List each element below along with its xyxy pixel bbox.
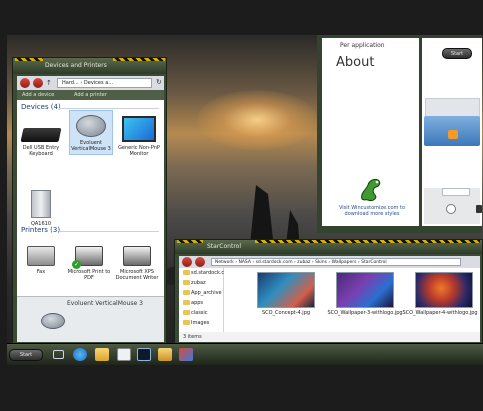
wallpaper-sun-glow — [197, 90, 317, 150]
edge-browser-icon[interactable] — [73, 348, 87, 361]
wincustomize-promo-text[interactable]: Visit Wincustomize.com to download more … — [336, 205, 408, 217]
image-thumbnail — [415, 272, 473, 308]
tree-item[interactable]: Images — [183, 320, 209, 326]
devices-content-pane: Devices (4) Dell USB Entry Keyboard Evol… — [17, 100, 164, 296]
store-icon[interactable] — [117, 348, 131, 361]
devices-and-printers-window: Devices and Printers ↑ Hard... › Devices… — [12, 57, 167, 345]
mouse-icon — [76, 115, 106, 137]
starcontrol-window: StarControl Network › NASA › sd.stardock… — [174, 239, 483, 345]
printer-pdf[interactable]: ✓ Microsoft Print to PDF — [67, 246, 111, 281]
default-checkmark-icon: ✓ — [72, 260, 81, 269]
monitor-icon — [122, 116, 156, 142]
device-computer[interactable]: QA1610 — [19, 190, 63, 227]
devices-group-heading[interactable]: Devices (4) — [21, 103, 61, 111]
window-title: StarControl — [207, 243, 241, 250]
device-keyboard[interactable]: Dell USB Entry Keyboard — [19, 128, 63, 157]
preview-orange-icon — [448, 130, 458, 139]
folder-icon — [183, 280, 190, 285]
back-button[interactable] — [20, 78, 30, 88]
back-button[interactable] — [182, 257, 192, 267]
file-name: SCO_Wallpaper-3-withlogo.jpg — [327, 310, 403, 316]
forward-button[interactable] — [33, 78, 43, 88]
navigation-bar: Network › NASA › sd.stardock.com › zubaz… — [179, 256, 480, 268]
per-application-link[interactable]: Per application — [340, 42, 385, 49]
keyboard-icon — [20, 128, 62, 142]
printer-icon: ✓ — [72, 246, 103, 269]
breadcrumb[interactable]: Network › NASA › sd.stardock.com › zubaz… — [211, 258, 461, 266]
computer-tower-icon — [31, 190, 51, 218]
printer-label: Microsoft Print to PDF — [67, 269, 111, 281]
folder-app-icon[interactable] — [158, 348, 172, 361]
taskbar: Start — [7, 343, 483, 365]
details-mouse-icon — [41, 313, 65, 329]
file-name: SCO_Wallpaper-4-withlogo.jpg — [402, 310, 478, 316]
fax-icon — [27, 246, 55, 266]
device-label: Generic Non-PnP Monitor — [118, 145, 160, 157]
group-divider — [59, 108, 159, 109]
address-bar[interactable]: Hard... › Devices a... — [57, 78, 152, 88]
gecko-logo-icon — [356, 175, 386, 203]
folder-icon — [183, 300, 190, 305]
start-button[interactable]: Start — [9, 349, 43, 361]
navigation-bar: ↑ Hard... › Devices a... ↻ — [17, 76, 164, 90]
add-device-button[interactable]: Add a device — [22, 90, 54, 100]
file-explorer-icon[interactable] — [95, 348, 109, 361]
folder-icon — [183, 310, 190, 315]
file-list: SCO_Concept-4.jpg SCO_Wallpaper-3-withlo… — [224, 268, 480, 332]
up-arrow-icon[interactable]: ↑ — [46, 79, 52, 87]
tree-item[interactable]: classic — [183, 310, 208, 316]
image-thumbnail — [257, 272, 315, 308]
about-panel: Per application About Visit Wincustomize… — [322, 38, 419, 226]
device-mouse[interactable]: Evoluent VerticalMouse 3 — [69, 110, 113, 155]
active-app-icon[interactable] — [137, 348, 151, 361]
task-view-icon[interactable] — [53, 350, 64, 359]
file-name: SCO_Concept-4.jpg — [261, 310, 311, 316]
add-printer-button[interactable]: Add a printer — [74, 90, 107, 100]
folder-icon — [183, 270, 190, 275]
hazard-stripe — [15, 58, 43, 61]
tree-item[interactable]: zubaz — [183, 280, 206, 286]
details-pane: Evoluent VerticalMouse 3 — [17, 296, 164, 342]
window-title: Devices and Printers — [45, 62, 107, 69]
start-button-preview[interactable]: Start — [442, 48, 472, 59]
printers-group-heading[interactable]: Printers (3) — [21, 226, 60, 234]
color-app-icon[interactable] — [179, 348, 193, 361]
command-bar: Add a device Add a printer — [17, 90, 164, 100]
details-title: Evoluent VerticalMouse 3 — [67, 300, 143, 307]
folder-icon — [183, 290, 190, 295]
refresh-icon[interactable]: ↻ — [156, 78, 162, 86]
scroll-marker-icon[interactable] — [476, 205, 482, 213]
forward-button[interactable] — [195, 257, 205, 267]
printer-label: Microsoft XPS Document Writer — [115, 269, 159, 281]
preview-radio-icon — [446, 204, 456, 214]
folder-icon — [183, 320, 190, 325]
about-heading: About — [336, 55, 375, 70]
preview-input-box — [442, 188, 470, 196]
status-bar: 3 items — [179, 332, 480, 342]
device-label: Evoluent VerticalMouse 3 — [71, 140, 111, 152]
hazard-stripe — [255, 240, 480, 243]
printer-label: Fax — [36, 269, 46, 275]
about-window: Per application About Visit Wincustomize… — [317, 35, 482, 233]
image-thumbnail — [336, 272, 394, 308]
hazard-stripe — [177, 240, 203, 243]
preview-pane: Start — [422, 38, 482, 226]
device-monitor[interactable]: Generic Non-PnP Monitor — [117, 116, 161, 157]
tree-item[interactable]: App_archive — [183, 290, 222, 296]
folder-tree: sd.stardock.com zubaz App_archive apps c… — [179, 268, 232, 332]
device-label: Dell USB Entry Keyboard — [22, 145, 60, 157]
tree-item[interactable]: apps — [183, 300, 203, 306]
hazard-stripe — [113, 58, 165, 61]
printer-xps[interactable]: Microsoft XPS Document Writer — [115, 246, 159, 281]
group-divider — [59, 231, 159, 232]
printer-icon — [123, 246, 151, 266]
screen: Per application About Visit Wincustomize… — [0, 0, 483, 411]
printer-fax[interactable]: Fax — [19, 246, 63, 275]
